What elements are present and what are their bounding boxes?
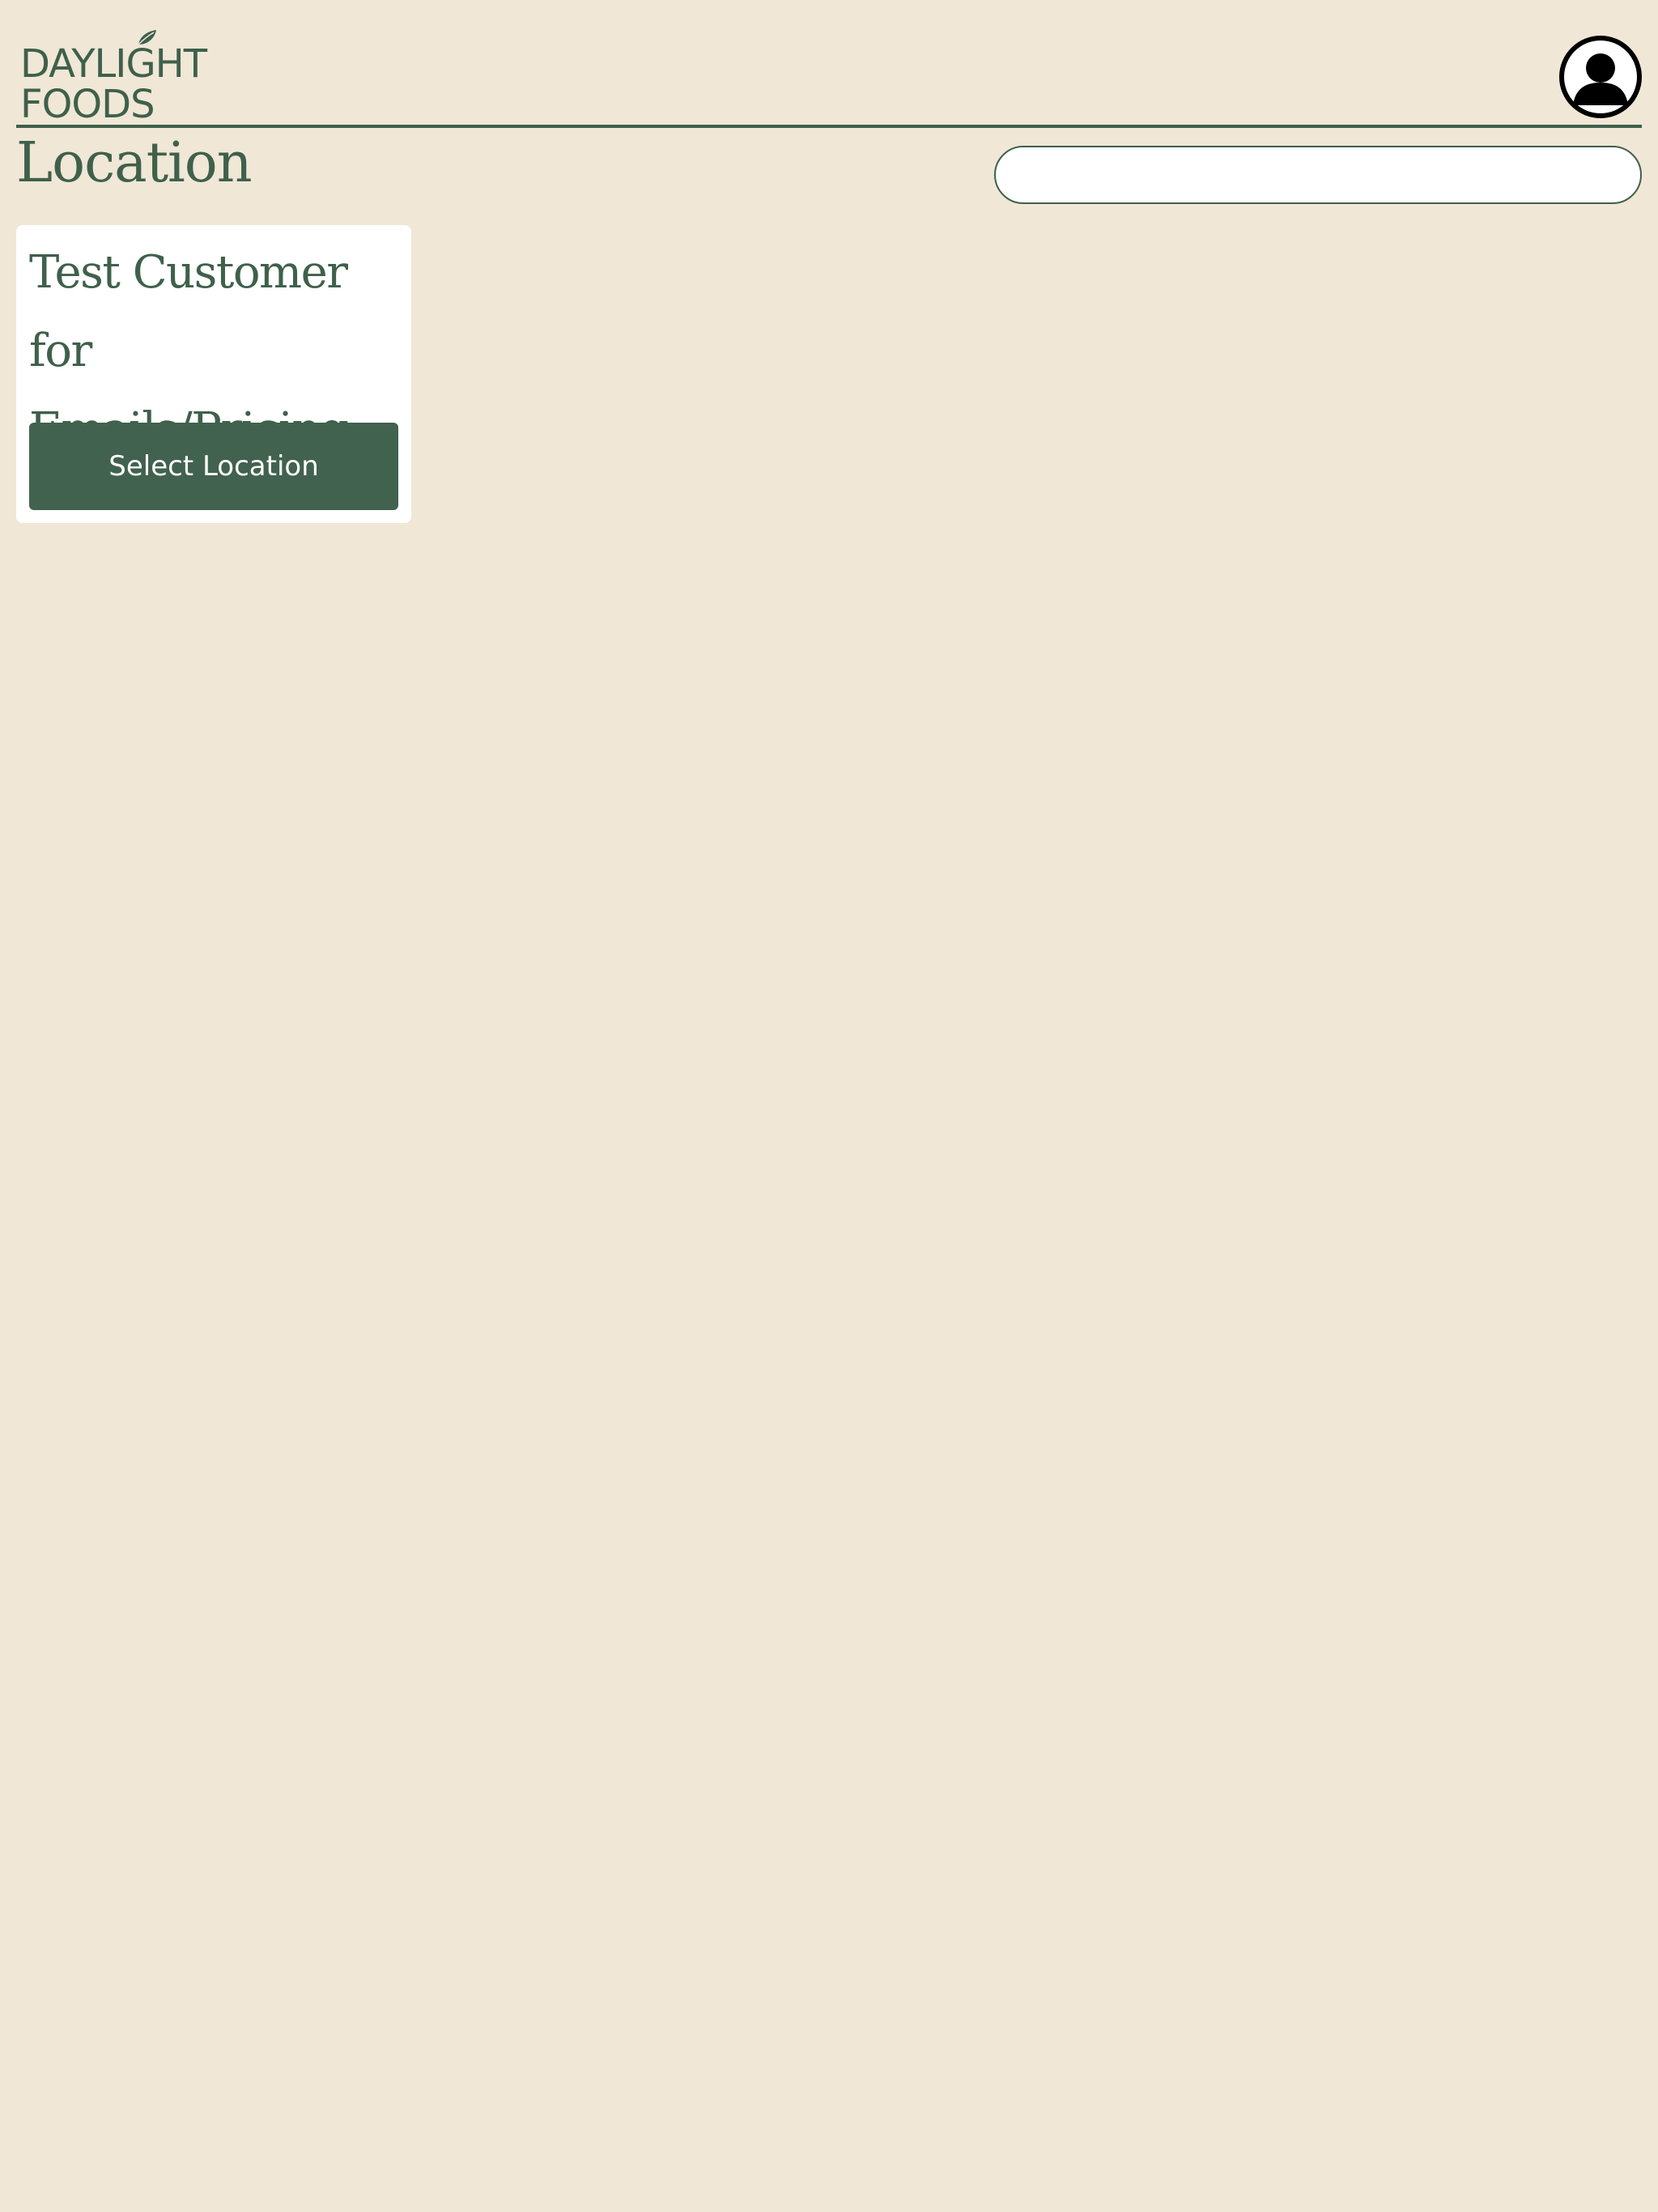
app-header: DAYLIGHT FOODS	[16, 0, 1642, 128]
search-input[interactable]	[994, 146, 1642, 204]
location-card: Test Customer for Emails/Pricing Select …	[16, 225, 411, 523]
page-title: Location	[16, 131, 253, 195]
user-avatar-button[interactable]	[1559, 36, 1642, 118]
logo-text-line-1: DAYLIGHT	[20, 41, 207, 87]
select-location-button[interactable]: Select Location	[29, 423, 398, 510]
logo-text-line-2: FOODS	[20, 82, 155, 127]
daylight-foods-logo[interactable]: DAYLIGHT FOODS	[20, 27, 215, 124]
user-avatar-icon	[1564, 40, 1637, 113]
